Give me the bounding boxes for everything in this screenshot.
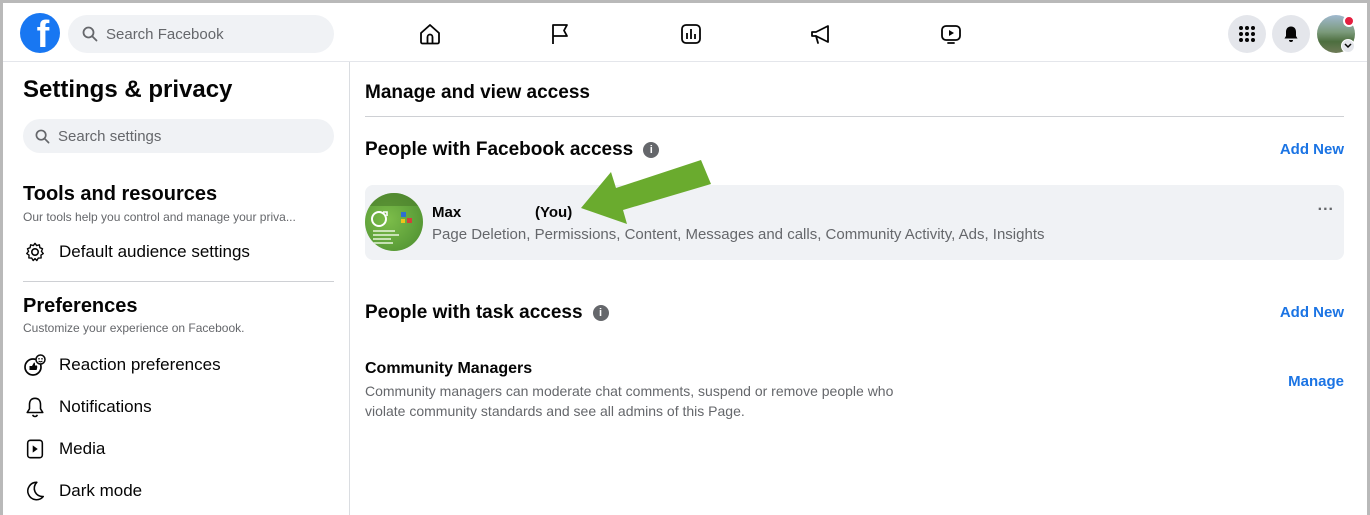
search-settings-input[interactable]: Search settings <box>23 119 334 153</box>
annotation-arrow-icon <box>581 160 711 224</box>
megaphone-icon[interactable] <box>808 21 834 47</box>
reaction-icon <box>23 353 47 377</box>
sidebar-title: Settings & privacy <box>23 76 233 103</box>
person-row[interactable]: Max (You) Page Deletion, Permissions, Co… <box>365 185 1344 260</box>
sidebar-item-media[interactable]: Media <box>23 437 105 461</box>
tools-section-subtitle: Our tools help you control and manage yo… <box>23 210 296 224</box>
page-title: Manage and view access <box>365 82 590 103</box>
moon-icon <box>23 479 47 503</box>
preferences-section-subtitle: Customize your experience on Facebook. <box>23 321 245 335</box>
community-managers-description: Community managers can moderate chat com… <box>365 383 894 419</box>
person-permissions: Page Deletion, Permissions, Content, Mes… <box>432 226 1045 243</box>
community-managers-title: Community Managers <box>365 360 533 377</box>
search-facebook-placeholder: Search Facebook <box>106 25 224 43</box>
media-icon <box>23 437 47 461</box>
settings-sidebar: Settings & privacy Search settings Tools… <box>3 62 350 515</box>
facebook-logo-letter: f <box>36 14 50 53</box>
sidebar-item-label: Dark mode <box>59 481 143 500</box>
menu-grid-icon[interactable] <box>1228 15 1266 53</box>
insights-icon[interactable] <box>678 21 704 47</box>
top-navigation-bar: f Search Facebook <box>3 3 1367 62</box>
sidebar-item-label: Notifications <box>59 397 152 416</box>
search-icon <box>82 26 98 42</box>
preferences-section-title: Preferences <box>23 295 138 317</box>
manage-button[interactable]: Manage <box>1288 373 1344 390</box>
person-avatar <box>365 193 423 251</box>
sidebar-item-label: Reaction preferences <box>59 355 221 374</box>
search-icon <box>35 129 50 144</box>
more-options-icon[interactable]: ... <box>1318 197 1334 215</box>
add-new-task-access-button[interactable]: Add New <box>1280 304 1344 321</box>
tools-section-title: Tools and resources <box>23 183 218 205</box>
title-divider <box>365 116 1344 117</box>
info-icon[interactable]: i <box>643 142 660 158</box>
flag-icon[interactable] <box>547 21 573 47</box>
sidebar-item-notifications[interactable]: Notifications <box>23 395 152 419</box>
facebook-logo[interactable]: f <box>20 13 60 53</box>
notifications-bell-icon[interactable] <box>1272 15 1310 53</box>
task-access-heading: People with task access i <box>365 302 609 324</box>
add-new-facebook-access-button[interactable]: Add New <box>1280 141 1344 158</box>
bell-icon <box>23 395 47 419</box>
sidebar-item-reaction-preferences[interactable]: Reaction preferences <box>23 353 221 377</box>
video-icon[interactable] <box>938 21 964 47</box>
sidebar-item-default-audience[interactable]: Default audience settings <box>23 240 250 264</box>
sidebar-item-label: Media <box>59 439 106 458</box>
home-icon[interactable] <box>417 21 443 47</box>
person-name: Max <box>432 204 462 221</box>
sidebar-item-label: Default audience settings <box>59 242 250 261</box>
sidebar-item-dark-mode[interactable]: Dark mode <box>23 479 142 503</box>
main-content: Manage and view access People with Faceb… <box>351 62 1367 515</box>
sidebar-divider <box>23 281 334 282</box>
info-icon[interactable]: i <box>592 305 609 321</box>
task-access-heading-text: People with task access <box>365 302 583 323</box>
search-facebook-input[interactable]: Search Facebook <box>68 15 334 53</box>
search-settings-placeholder: Search settings <box>58 127 162 145</box>
notification-dot-badge <box>1343 15 1355 27</box>
app-window: f Search Facebook Settings & privacy Sea… <box>0 0 1370 515</box>
gear-icon <box>23 240 47 264</box>
chevron-down-icon[interactable] <box>1341 39 1355 53</box>
